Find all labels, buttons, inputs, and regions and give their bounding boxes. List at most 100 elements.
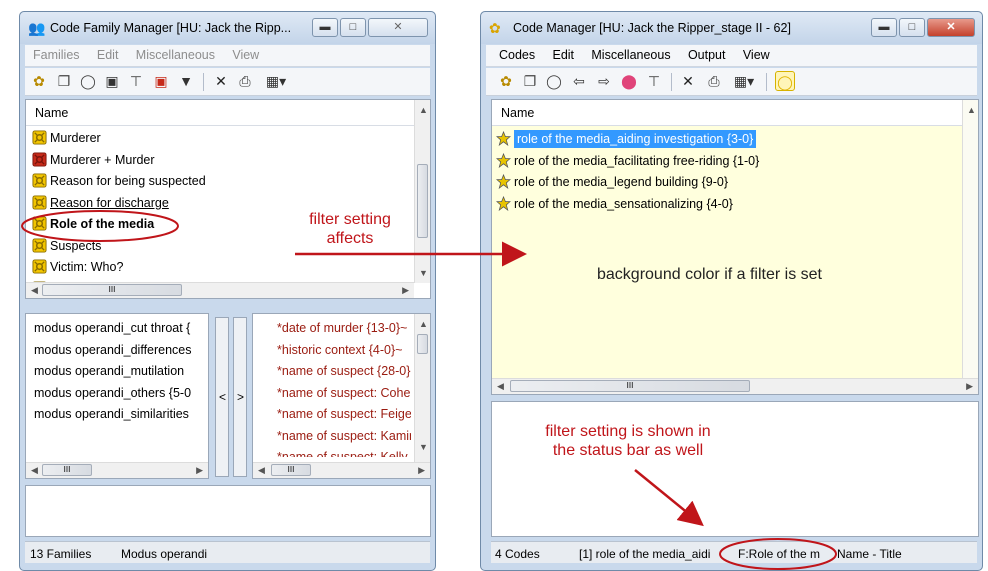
- arrow-right-icon[interactable]: ⇨: [594, 71, 614, 91]
- scroll-right-icon[interactable]: ▶: [196, 465, 203, 476]
- codes-hscroll-thumb[interactable]: III: [271, 464, 311, 476]
- available-code-item[interactable]: *date of murder {13-0}~: [277, 318, 411, 339]
- scroll-left-icon[interactable]: ◀: [258, 465, 265, 476]
- codes-list-vscroll[interactable]: ▲: [962, 100, 978, 380]
- selected-family: Modus operandi: [121, 547, 208, 561]
- menu-view[interactable]: View: [743, 45, 770, 62]
- families-vscroll[interactable]: ▲ ▼: [414, 100, 430, 283]
- code-family-toggle-icon[interactable]: ◯: [775, 71, 795, 91]
- comment-icon[interactable]: ◯: [78, 71, 98, 91]
- scroll-right-icon[interactable]: ▶: [402, 285, 409, 296]
- delete-icon[interactable]: ✕: [678, 71, 698, 91]
- menu-view[interactable]: View: [232, 45, 259, 62]
- maximize-button[interactable]: □: [899, 18, 925, 37]
- close-button[interactable]: ✕: [368, 18, 428, 37]
- code-icon: [496, 174, 514, 189]
- families-hscroll-thumb[interactable]: III: [42, 284, 182, 296]
- red-family-icon[interactable]: ▣: [151, 71, 171, 91]
- family-member-item[interactable]: modus operandi_mutilation: [34, 361, 204, 382]
- scroll-up-icon[interactable]: ▲: [967, 105, 976, 115]
- minimize-button[interactable]: ▬: [312, 18, 338, 37]
- menu-edit[interactable]: Edit: [552, 45, 574, 62]
- codes-list-hscroll[interactable]: ◀ III ▶: [492, 378, 978, 394]
- scroll-down-icon[interactable]: ▼: [419, 442, 428, 452]
- families-column-header[interactable]: Name: [26, 100, 430, 126]
- right-titlebar[interactable]: ✿ Code Manager [HU: Jack the Ripper_stag…: [481, 12, 982, 44]
- scroll-right-icon[interactable]: ▶: [966, 381, 973, 392]
- family-item[interactable]: Reason for being suspected: [32, 171, 206, 192]
- available-code-item[interactable]: *name of suspect: Cohen: [277, 383, 411, 404]
- network-icon[interactable]: ⊤: [126, 71, 146, 91]
- codes-vscroll[interactable]: ▲ ▼: [414, 314, 430, 464]
- duplicate-icon[interactable]: ❐: [54, 71, 74, 91]
- family-comment-area[interactable]: [25, 485, 431, 537]
- code-item[interactable]: role of the media_legend building {9-0}: [496, 172, 728, 193]
- family-item[interactable]: Suspects: [32, 236, 101, 257]
- codes-hscroll[interactable]: ◀ III ▶: [253, 462, 430, 478]
- codes-scroll-thumb[interactable]: [417, 334, 428, 354]
- code-item-selected[interactable]: role of the media_aiding investigation {…: [496, 129, 956, 150]
- family-item[interactable]: Role of the media: [32, 214, 154, 235]
- available-code-item[interactable]: *historic context {4-0}~: [277, 340, 411, 361]
- minimize-button[interactable]: ▬: [871, 18, 897, 37]
- arrow-left-icon[interactable]: ⇦: [569, 71, 589, 91]
- scroll-right-icon[interactable]: ▶: [418, 465, 425, 476]
- available-code-item[interactable]: *name of suspect {28-0}~: [277, 361, 411, 382]
- family-manager-icon: 👥: [28, 20, 46, 36]
- document-icon[interactable]: ▣: [102, 71, 122, 91]
- new-family-icon[interactable]: ✿: [29, 71, 49, 91]
- menu-edit[interactable]: Edit: [97, 45, 119, 62]
- view-options-icon[interactable]: ▦▾: [260, 71, 292, 91]
- available-code-item[interactable]: *name of suspect: Kelly {1: [277, 447, 411, 457]
- code-family-manager-window: 👥 Code Family Manager [HU: Jack the Ripp…: [19, 11, 436, 571]
- delete-icon[interactable]: ✕: [211, 71, 231, 91]
- scroll-down-icon[interactable]: ▼: [419, 268, 428, 278]
- families-scroll-thumb[interactable]: [417, 164, 428, 238]
- menu-miscellaneous[interactable]: Miscellaneous: [591, 45, 670, 62]
- families-hscroll[interactable]: ◀ III ▶: [26, 282, 414, 298]
- close-button[interactable]: ✕: [927, 18, 975, 37]
- view-options-icon[interactable]: ▦▾: [728, 71, 760, 91]
- code-item[interactable]: role of the media_facilitating free-ridi…: [496, 151, 759, 172]
- scroll-up-icon[interactable]: ▲: [419, 105, 428, 115]
- move-left-button[interactable]: <: [215, 317, 229, 477]
- code-family-icon: [32, 194, 50, 210]
- scroll-left-icon[interactable]: ◀: [31, 285, 38, 296]
- menu-families[interactable]: Families: [33, 45, 80, 62]
- new-code-icon[interactable]: ✿: [496, 71, 516, 91]
- codes-list: Name role of the media_aiding investigat…: [491, 99, 979, 395]
- menu-codes[interactable]: Codes: [499, 45, 535, 62]
- maximize-button[interactable]: □: [340, 18, 366, 37]
- family-item[interactable]: Murderer + Murder: [32, 150, 155, 171]
- family-member-item[interactable]: modus operandi_similarities: [34, 404, 204, 425]
- codes-column-header[interactable]: Name: [492, 100, 978, 126]
- scroll-up-icon[interactable]: ▲: [419, 319, 428, 329]
- left-titlebar[interactable]: 👥 Code Family Manager [HU: Jack the Ripp…: [20, 12, 435, 44]
- code-item[interactable]: role of the media_sensationalizing {4-0}: [496, 194, 733, 215]
- network-icon[interactable]: ⊤: [644, 71, 664, 91]
- filter-icon[interactable]: ▼: [176, 71, 196, 91]
- scroll-left-icon[interactable]: ◀: [31, 465, 38, 476]
- color-wheel-icon[interactable]: ⬤: [619, 71, 639, 91]
- menu-miscellaneous[interactable]: Miscellaneous: [136, 45, 215, 62]
- family-member-item[interactable]: modus operandi_cut throat {: [34, 318, 204, 339]
- move-right-button[interactable]: >: [233, 317, 247, 477]
- available-code-item[interactable]: *name of suspect: Kamin: [277, 426, 411, 447]
- print-icon[interactable]: ⎙: [235, 71, 255, 91]
- members-hscroll-thumb[interactable]: III: [42, 464, 92, 476]
- family-item[interactable]: Victim: Who?: [32, 257, 123, 278]
- codes-list-hscroll-thumb[interactable]: III: [510, 380, 750, 392]
- family-member-item[interactable]: modus operandi_differences: [34, 340, 204, 361]
- family-member-item[interactable]: modus operandi_others {5-0: [34, 383, 204, 404]
- family-item[interactable]: Reason for discharge: [32, 193, 169, 214]
- available-code-item[interactable]: *name of suspect: Feigen: [277, 404, 411, 425]
- print-icon[interactable]: ⎙: [704, 71, 724, 91]
- duplicate-icon[interactable]: ❐: [520, 71, 540, 91]
- comment-icon[interactable]: ◯: [544, 71, 564, 91]
- family-label: Victim: Who?: [50, 260, 124, 274]
- family-item[interactable]: Murderer: [32, 128, 101, 149]
- members-hscroll[interactable]: ◀ III ▶: [26, 462, 208, 478]
- menu-output[interactable]: Output: [688, 45, 726, 62]
- code-family-icon: [32, 216, 50, 231]
- scroll-left-icon[interactable]: ◀: [497, 381, 504, 392]
